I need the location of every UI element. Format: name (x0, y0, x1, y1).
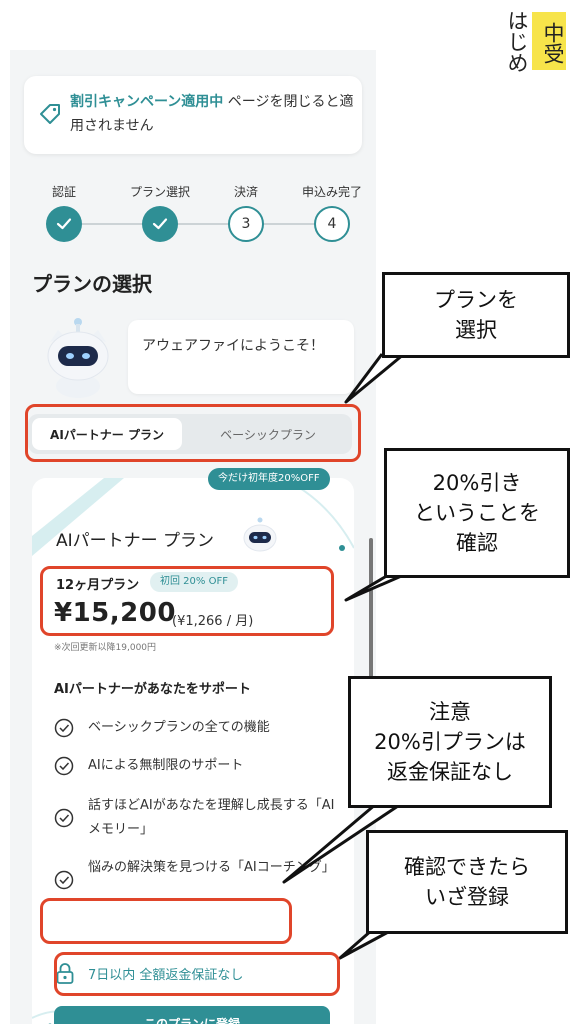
check-icon (46, 206, 82, 242)
promo-badge: 今だけ初年度20%OFF (208, 468, 330, 490)
check-circle-icon (54, 756, 74, 776)
progress-steps: 認証 プラン選択 決済 3 申込み完了 4 (24, 182, 364, 262)
step-number: 4 (314, 206, 350, 242)
step-label: 認証 (51, 185, 76, 199)
callout-discount: 20%引き ということを 確認 (384, 448, 570, 578)
feature-text: 話すほどAIがあなたを理解し成長する「AIメモリー」 (88, 798, 335, 837)
step-label: 申込み完了 (301, 185, 362, 199)
plan-title: AIパートナー プラン (56, 531, 215, 551)
feature-text: AIによる無制限のサポート (88, 758, 244, 773)
check-circle-icon (54, 718, 74, 738)
logo-vertical-text: はじめ (505, 10, 529, 73)
highlight-refund (40, 898, 292, 944)
check-icon (142, 206, 178, 242)
step-complete: 申込み完了 4 (292, 182, 372, 242)
register-plan-button[interactable]: このプランに登録 (54, 1006, 330, 1024)
app-screen: 割引キャンペーン適用中 ページを閉じると適用されません 認証 プラン選択 決済 … (10, 50, 376, 1024)
highlight-register-button (54, 952, 340, 996)
callout-select-plan: プランを 選択 (382, 272, 570, 358)
check-circle-icon (54, 808, 74, 828)
robot-mascot-icon (47, 318, 109, 398)
callout-warning: 注意 20%引プランは 返金保証なし (348, 676, 552, 808)
step-auth: 認証 (24, 182, 104, 242)
renewal-note: ※次回更新以降19,000円 (54, 643, 157, 653)
logo-badge: 中受 (532, 12, 566, 70)
highlight-price (40, 566, 334, 636)
feature-text: 悩みの解決策を見つける「AIコーチング」 (88, 860, 335, 875)
callout-register: 確認できたら いざ登録 (366, 830, 568, 934)
step-number: 3 (228, 206, 264, 242)
step-label: プラン選択 (129, 185, 190, 199)
tag-icon (40, 104, 60, 124)
step-label: 決済 (233, 185, 258, 199)
support-title: AIパートナーがあなたをサポート (54, 682, 251, 697)
check-circle-icon (54, 870, 74, 890)
banner-text: 割引キャンペーン適用中 ページを閉じると適用されません (70, 90, 354, 138)
highlight-plan-tabs (25, 404, 361, 462)
welcome-bubble: アウェアファイにようこそ！ (128, 320, 354, 394)
banner-highlight: 割引キャンペーン適用中 (70, 94, 224, 110)
feature-text: ベーシックプランの全ての機能 (88, 720, 270, 735)
step-plan-select: プラン選択 (120, 182, 200, 242)
brand-logo: はじめ 中受 (498, 10, 570, 80)
page-title: プランの選択 (32, 272, 152, 296)
campaign-banner: 割引キャンペーン適用中 ページを閉じると適用されません (24, 76, 362, 154)
robot-mini-icon (243, 517, 277, 552)
step-payment: 決済 3 (206, 182, 286, 242)
